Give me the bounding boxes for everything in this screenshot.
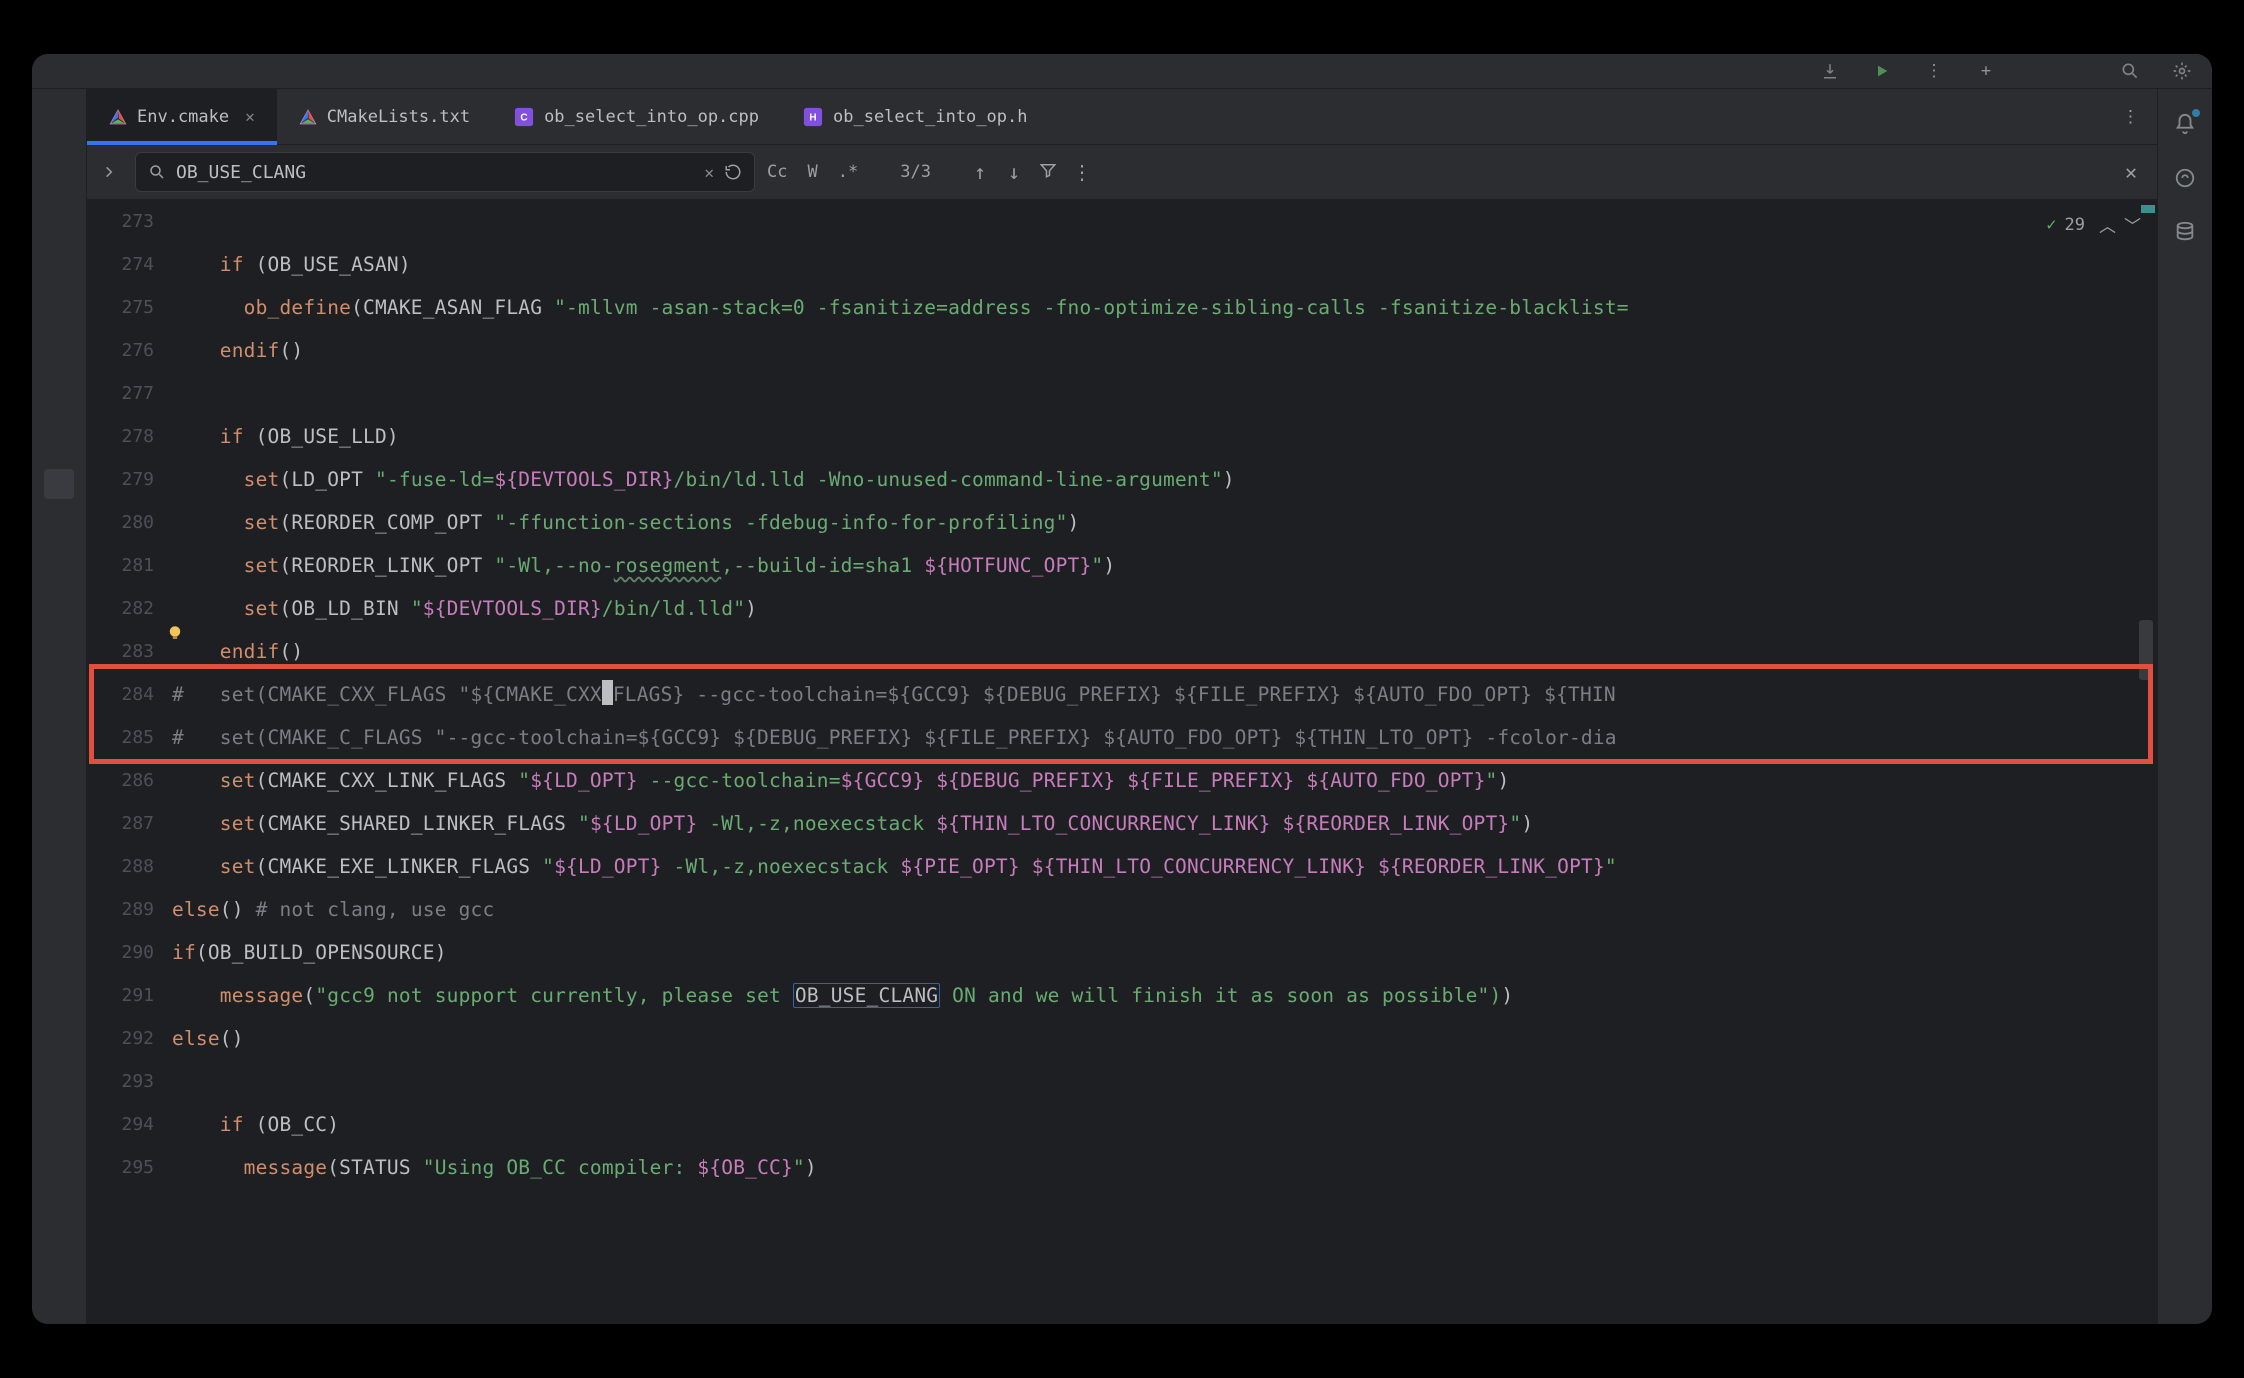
tab-env-cmake[interactable]: Env.cmake ✕: [87, 89, 277, 144]
regex-button[interactable]: .*: [830, 158, 866, 186]
cpp-file-icon: C: [514, 107, 534, 127]
search-everywhere-icon[interactable]: [2120, 61, 2140, 81]
download-icon[interactable]: [1820, 61, 1840, 81]
line-number: 286: [87, 759, 172, 802]
tab-label: CMakeLists.txt: [327, 107, 470, 127]
notifications-icon[interactable]: [2172, 111, 2198, 137]
line-number: 292: [87, 1017, 172, 1060]
close-find-icon[interactable]: ✕: [2125, 160, 2137, 184]
ai-assist-icon[interactable]: [2172, 165, 2198, 191]
close-icon[interactable]: ✕: [245, 107, 255, 126]
line-number: 273: [87, 200, 172, 243]
line-number: 295: [87, 1146, 172, 1189]
code-editor[interactable]: ✓ 29 ︿ ﹀ 273 274 if (OB_USE_ASAN) 275 ob…: [87, 200, 2157, 1324]
left-tool-strip: [32, 89, 87, 1324]
right-tool-strip: [2157, 89, 2212, 1324]
vertical-scrollbar[interactable]: [2139, 620, 2153, 680]
problem-count: 29: [2065, 215, 2085, 235]
clear-search-icon[interactable]: ✕: [704, 163, 714, 182]
search-match-highlight: OB_USE_CLANG: [793, 983, 940, 1008]
add-icon[interactable]: +: [1976, 61, 1996, 81]
run-icon[interactable]: [1872, 61, 1892, 81]
tab-h[interactable]: H ob_select_into_op.h: [781, 89, 1049, 144]
tab-cpp[interactable]: C ob_select_into_op.cpp: [492, 89, 781, 144]
whole-word-button[interactable]: W: [799, 158, 825, 186]
line-number: 282: [87, 587, 172, 630]
line-number: 277: [87, 372, 172, 415]
line-number: 280: [87, 501, 172, 544]
line-number: 281: [87, 544, 172, 587]
line-number: 283: [87, 630, 172, 673]
tab-cmakelists[interactable]: CMakeLists.txt: [277, 89, 492, 144]
settings-gear-icon[interactable]: [2172, 61, 2192, 81]
top-toolbar: ⋮ +: [32, 54, 2212, 89]
search-field-wrap: ✕: [135, 152, 755, 192]
svg-text:C: C: [520, 112, 527, 123]
line-number: 288: [87, 845, 172, 888]
find-bar: ✕ Cc W .* 3/3 ↑ ↓ ⋮ ✕: [87, 145, 2157, 200]
search-icon: [148, 163, 166, 181]
inspections-widget[interactable]: ✓ 29 ︿ ﹀: [2046, 212, 2141, 237]
ide-window: ⋮ + Env.cmake ✕ CMakeLists.txt: [32, 54, 2212, 1324]
line-number: 291: [87, 974, 172, 1017]
line-number: 293: [87, 1060, 172, 1103]
text-cursor: [602, 680, 613, 705]
line-number: 279: [87, 458, 172, 501]
prev-match-icon[interactable]: ↑: [965, 160, 995, 184]
history-icon[interactable]: [724, 163, 742, 181]
search-input[interactable]: [176, 162, 694, 183]
tool-window-stub[interactable]: [44, 469, 74, 499]
more-vert-icon[interactable]: ⋮: [1924, 61, 1944, 81]
tab-label: ob_select_into_op.cpp: [544, 107, 759, 127]
header-file-icon: H: [803, 107, 823, 127]
tab-label: ob_select_into_op.h: [833, 107, 1027, 127]
line-number: 274: [87, 243, 172, 286]
line-number: 287: [87, 802, 172, 845]
svg-text:H: H: [809, 112, 816, 123]
chevron-up-icon[interactable]: ︿: [2099, 212, 2116, 237]
more-options-icon[interactable]: ⋮: [1067, 160, 1097, 184]
expand-replace-icon[interactable]: [87, 165, 131, 179]
next-match-icon[interactable]: ↓: [999, 160, 1029, 184]
editor-tabs: Env.cmake ✕ CMakeLists.txt C ob_select_i…: [87, 89, 2157, 145]
line-number: 278: [87, 415, 172, 458]
change-marker-top: [2141, 205, 2155, 213]
editor-area: Env.cmake ✕ CMakeLists.txt C ob_select_i…: [87, 89, 2157, 1324]
tab-label: Env.cmake: [137, 107, 229, 127]
line-number: 285: [87, 716, 172, 759]
chevron-down-icon[interactable]: ﹀: [2124, 212, 2141, 237]
line-number: 276: [87, 329, 172, 372]
filter-icon[interactable]: [1033, 160, 1063, 184]
cmake-file-icon: [109, 108, 127, 126]
line-number: 289: [87, 888, 172, 931]
cmake-file-icon: [299, 108, 317, 126]
match-case-button[interactable]: Cc: [759, 158, 795, 186]
check-icon: ✓: [2046, 215, 2056, 235]
line-number: 275: [87, 286, 172, 329]
line-number: 284: [87, 673, 172, 716]
line-number: 294: [87, 1103, 172, 1146]
tabs-more-icon[interactable]: ⋮: [2104, 89, 2157, 144]
line-number: 290: [87, 931, 172, 974]
match-count-label: 3/3: [900, 162, 931, 182]
database-icon[interactable]: [2172, 219, 2198, 245]
